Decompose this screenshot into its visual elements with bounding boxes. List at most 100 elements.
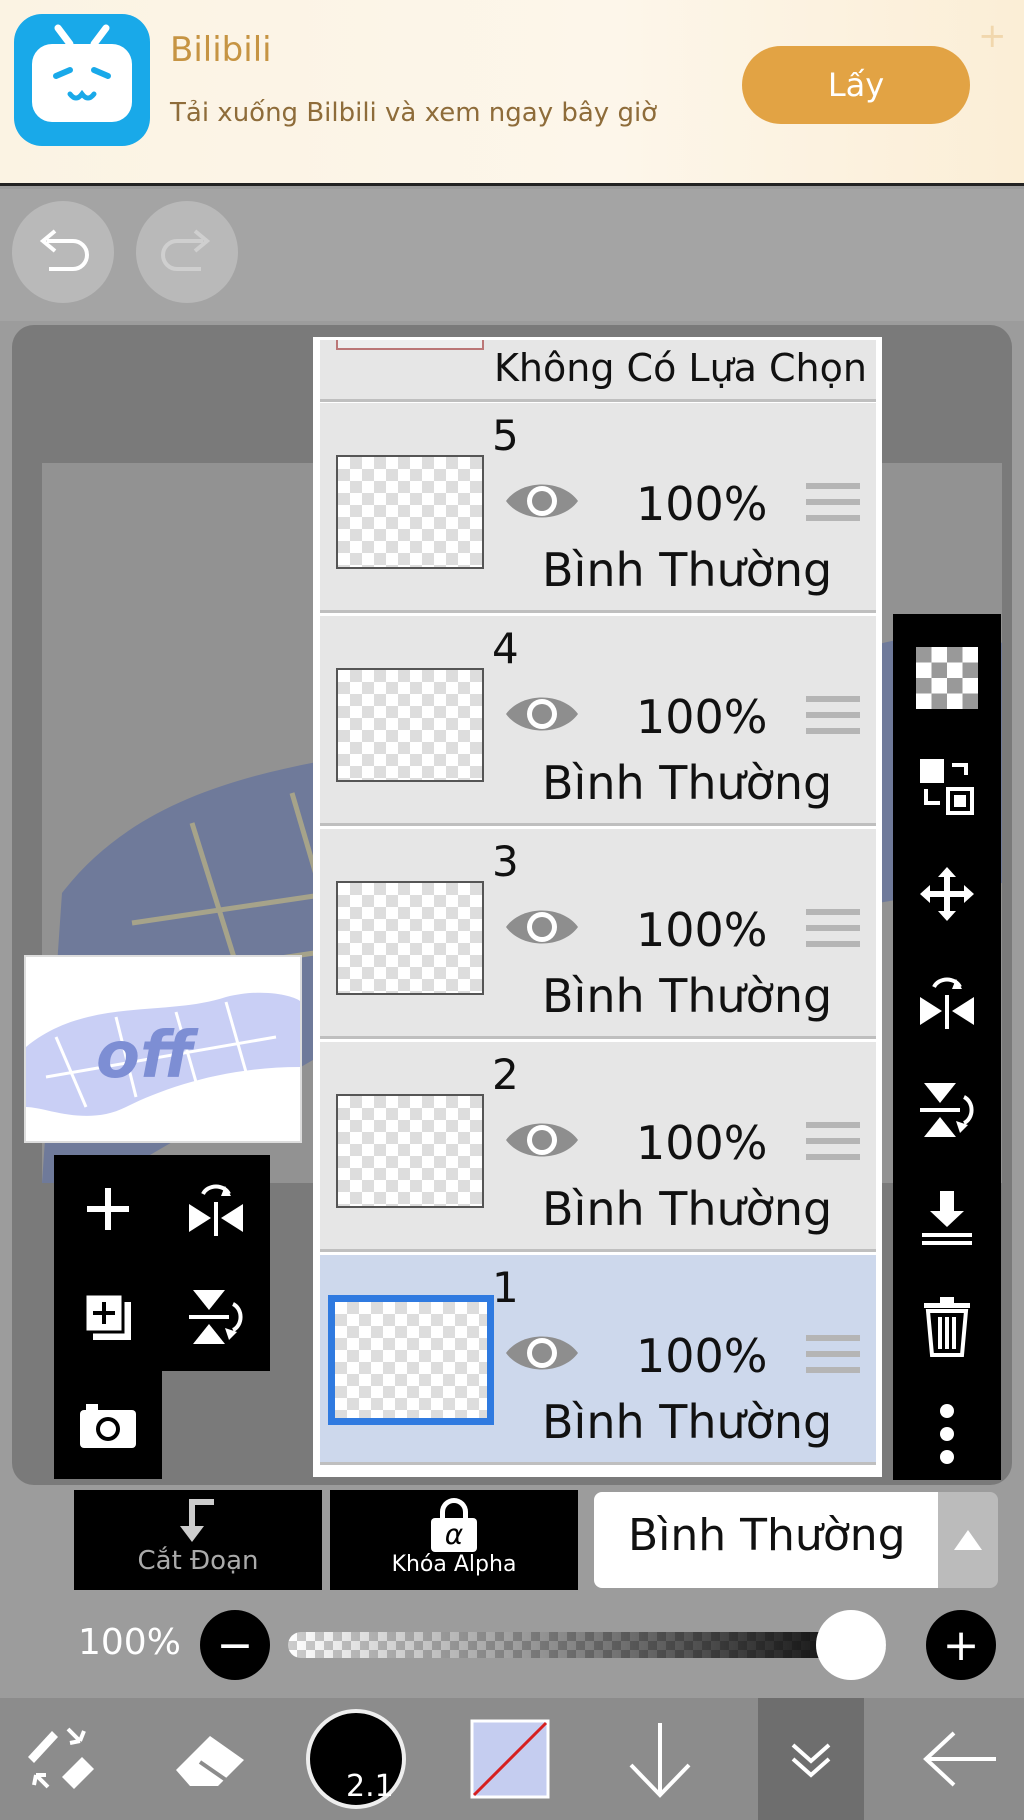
layer-blend-mode: Bình Thường [542,543,833,597]
layer-thumbnail [336,668,484,782]
opacity-slider[interactable] [288,1632,886,1658]
layer-number: 5 [492,411,519,460]
drag-handle-icon[interactable] [806,483,860,529]
layer-visibility-toggle[interactable] [504,1327,580,1379]
svg-text:off: off [96,1019,199,1093]
color-swatch [470,1719,550,1799]
layer-blend-mode: Bình Thường [542,1395,833,1449]
add-layer-icon [87,1188,129,1230]
layer-thumbnail [328,1295,494,1425]
add-layer-button[interactable] [54,1155,162,1263]
layer-opacity: 100% [636,903,768,957]
camera-icon [80,1404,136,1448]
selection-label: Không Có Lựa Chọn [494,346,867,390]
layer-visibility-toggle[interactable] [504,475,580,527]
layer-row[interactable]: 4 100% Bình Thường [320,616,876,826]
flip-vertical-icon [920,1083,974,1137]
checker-icon [916,647,978,709]
layer-row[interactable]: 3 100% Bình Thường [320,829,876,1039]
layer-down-button[interactable] [610,1698,710,1820]
chevron-up-icon [954,1530,982,1550]
camera-button[interactable] [54,1371,162,1479]
layer-visibility-toggle[interactable] [504,688,580,740]
alpha-lock-button[interactable]: α Khóa Alpha [330,1490,578,1590]
layer-number: 4 [492,624,519,673]
navigator-thumbnail[interactable]: off [24,955,302,1143]
ad-subtitle: Tải xuống Bilbili và xem ngay bây giờ [170,98,658,128]
layer-opacity: 100% [636,477,768,531]
move-icon [920,867,974,921]
chevron-double-down-icon [791,1743,831,1778]
transform-select-button[interactable] [893,736,1001,836]
lock-icon: α [431,1498,477,1552]
duplicate-layer-button[interactable] [54,1263,162,1371]
flip-canvas-horizontal-button[interactable] [162,1155,270,1263]
opacity-slider-handle[interactable] [816,1610,886,1680]
eraser-icon [176,1736,244,1786]
opacity-increase-button[interactable]: + [926,1610,996,1680]
move-button[interactable] [893,844,1001,944]
merge-down-button[interactable] [893,1168,1001,1268]
flip-horizontal-icon [189,1184,243,1236]
ad-plus-icon: + [978,16,1007,56]
delete-layer-button[interactable] [893,1276,1001,1376]
layer-row[interactable]: 2 100% Bình Thường [320,1042,876,1252]
layer-row[interactable]: 1 100% Bình Thường [320,1255,876,1465]
duplicate-layer-icon [83,1292,131,1340]
canvas-tools [54,1155,270,1479]
arrow-down-icon [629,1723,691,1798]
ad-get-button[interactable]: Lấy [742,46,970,124]
redo-button[interactable] [136,201,238,303]
eye-icon [506,1336,578,1370]
layer-visibility-toggle[interactable] [504,901,580,953]
drag-handle-icon[interactable] [806,1122,860,1168]
tool-switch-button[interactable] [10,1698,110,1820]
clipping-arrow-icon [180,1499,214,1542]
layer-blend-mode: Bình Thường [542,969,833,1023]
clipping-button[interactable]: Cắt Đoạn [74,1490,322,1590]
undo-icon [39,229,89,271]
blend-mode-select[interactable]: Bình Thường [594,1492,938,1588]
layer-thumbnail [336,455,484,569]
layer-number: 3 [492,837,519,886]
brush-size-button[interactable]: 2.1 [306,1698,406,1820]
layer-thumbnail [336,881,484,995]
layer-row[interactable]: 5 100% Bình Thường [320,403,876,613]
back-arrow-icon [923,1731,996,1787]
eye-icon [506,910,578,944]
layer-opacity: 100% [636,1116,768,1170]
drag-handle-icon[interactable] [806,696,860,742]
selection-layer-row[interactable]: Không Có Lựa Chọn [320,340,876,402]
layer-blend-mode: Bình Thường [542,756,833,810]
layers-toggle-button[interactable] [758,1698,864,1820]
blend-mode-dropdown-button[interactable] [938,1492,998,1588]
flip-vertical-icon [189,1290,243,1344]
bottom-toolbar: 2.1 [0,1698,1024,1820]
drag-handle-icon[interactable] [806,909,860,955]
drag-handle-icon[interactable] [806,1335,860,1381]
layer-tools-sidebar [893,614,1001,1480]
bilibili-app-icon [14,14,150,146]
transform-select-icon [920,759,974,815]
flip-vertical-button[interactable] [893,1060,1001,1160]
flip-canvas-vertical-button[interactable] [162,1263,270,1371]
ad-banner[interactable]: Bilibili Tải xuống Bilbili và xem ngay b… [0,0,1024,186]
back-button[interactable] [910,1698,1010,1820]
alpha-lock-label: Khóa Alpha [391,1552,517,1577]
brush-icon [28,1727,94,1789]
redo-icon [161,229,211,271]
layers-panel: Không Có Lựa Chọn 5 100% Bình Thường 4 100% B… [313,337,882,1477]
opacity-decrease-button[interactable]: − [200,1610,270,1680]
layer-opacity: 100% [636,1329,768,1383]
more-options-button[interactable] [893,1384,1001,1484]
flip-horizontal-button[interactable] [893,952,1001,1052]
layer-opacity: 100% [636,690,768,744]
layer-visibility-toggle[interactable] [504,1114,580,1166]
trash-icon [924,1297,970,1357]
layer-blend-mode: Bình Thường [542,1182,833,1236]
brush-size-value: 2.1 [346,1769,394,1804]
eraser-button[interactable] [160,1698,260,1820]
transparent-fill-button[interactable] [893,628,1001,728]
undo-button[interactable] [12,201,114,303]
color-swatch-button[interactable] [468,1698,552,1820]
